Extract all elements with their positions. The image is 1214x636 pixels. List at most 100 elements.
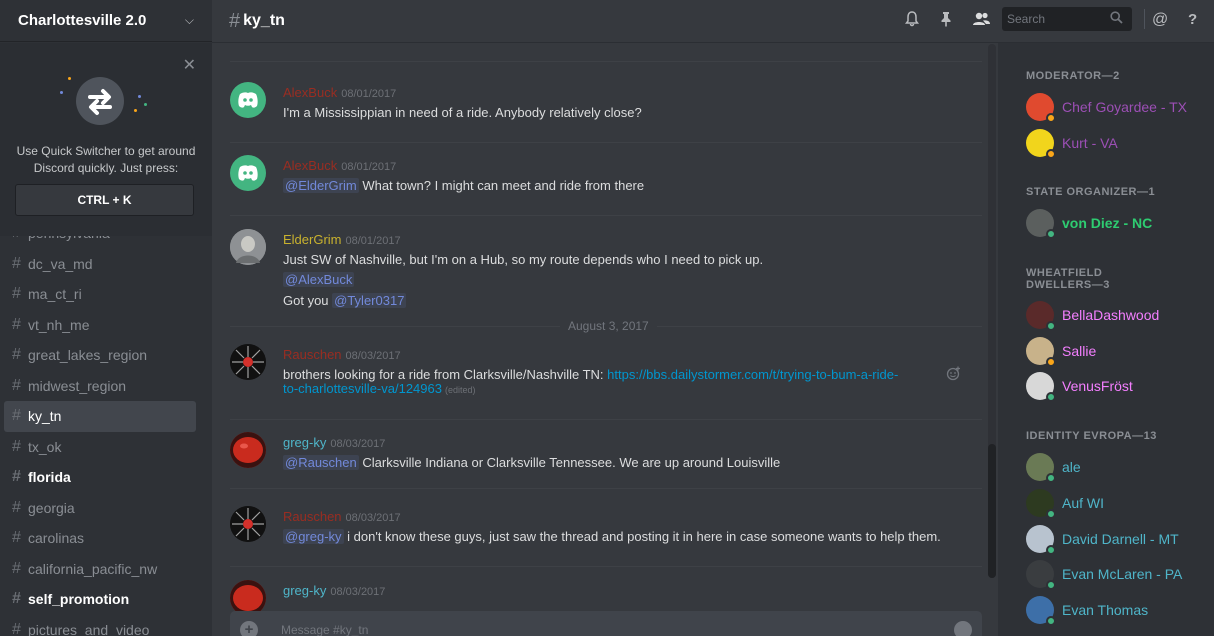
date-divider-label: August 3, 2017 (560, 319, 657, 333)
quick-switcher-tip: ✕ Use Quick Switcher to get around Disco… (0, 43, 212, 236)
bell-icon[interactable] (904, 11, 920, 31)
member-item[interactable]: VenusFröst (1026, 371, 1133, 402)
message-link[interactable]: to-charlottesville-va/124963 (283, 381, 442, 396)
help-icon[interactable]: ? (1188, 11, 1197, 28)
hash-icon: # (12, 254, 21, 272)
avatar[interactable] (230, 229, 266, 265)
author-name[interactable]: ElderGrim (283, 232, 342, 247)
add-reaction-icon[interactable] (946, 366, 961, 384)
channel-pictures-and-video[interactable]: # pictures_and_video (4, 615, 196, 636)
status-online-icon (1046, 616, 1056, 626)
status-online-icon (1046, 473, 1056, 483)
pin-icon[interactable] (939, 11, 953, 31)
message-text: brothers looking for a ride from Clarksv… (283, 367, 898, 382)
user-mention[interactable]: @Rauschen (283, 455, 359, 470)
channel-tx-ok[interactable]: # tx_ok (4, 432, 196, 463)
avatar (1026, 525, 1056, 555)
member-item[interactable]: Auf WI (1026, 488, 1104, 519)
channel-label: midwest_region (28, 377, 127, 394)
member-item[interactable]: BellaDashwood (1026, 300, 1159, 331)
members-icon[interactable] (971, 11, 991, 31)
author-name[interactable]: Rauschen (283, 509, 342, 524)
guild-header[interactable]: Charlottesville 2.0 ⌵ (0, 0, 212, 42)
avatar[interactable] (230, 82, 266, 118)
author-name[interactable]: Rauschen (283, 347, 342, 362)
avatar[interactable] (230, 344, 266, 380)
message-author[interactable]: ElderGrim 08/01/2017 (283, 232, 401, 247)
user-mention[interactable]: @greg-ky (283, 529, 344, 544)
role-heading-state-organizer: STATE ORGANIZER—1 (1026, 186, 1156, 198)
message-author[interactable]: Rauschen 08/03/2017 (283, 347, 401, 362)
status-online-icon (1046, 229, 1056, 239)
channel-ky-tn[interactable]: # ky_tn (4, 401, 196, 432)
role-heading-line: WHEATFIELD (1026, 267, 1103, 279)
hash-icon: # (12, 346, 21, 364)
author-name[interactable]: greg-ky (283, 435, 326, 450)
member-name: Chef Goyardee - TX (1062, 99, 1188, 115)
member-item[interactable]: Sallie (1026, 336, 1097, 367)
author-name[interactable]: AlexBuck (283, 85, 337, 100)
member-item[interactable]: Evan McLaren - PA (1026, 559, 1182, 590)
avatar (1026, 596, 1056, 626)
channel-dc-va-md[interactable]: # dc_va_md (4, 249, 196, 280)
author-name[interactable]: AlexBuck (283, 158, 337, 173)
member-item[interactable]: Kurt - VA (1026, 128, 1118, 159)
message-author[interactable]: greg-ky 08/03/2017 (283, 435, 385, 450)
channel-sidebar: Charlottesville 2.0 ⌵ ✕ Use Quick Switch… (0, 0, 212, 636)
message-author[interactable]: AlexBuck 08/01/2017 (283, 85, 396, 100)
status-online-icon (1046, 392, 1056, 402)
role-heading-moderator: MODERATOR—2 (1026, 70, 1120, 82)
avatar (1026, 453, 1056, 483)
status-idle-icon (1046, 113, 1056, 123)
member-item[interactable]: von Diez - NC (1026, 208, 1152, 239)
message-scrollbar[interactable] (988, 44, 996, 578)
user-mention[interactable]: @ElderGrim (283, 178, 359, 193)
chevron-down-icon[interactable]: ⌵ (185, 13, 194, 28)
channel-label: california_pacific_nw (28, 560, 158, 577)
member-item[interactable]: Evan Thomas (1026, 595, 1148, 626)
channel-label: carolinas (28, 530, 85, 547)
avatar[interactable] (230, 580, 266, 612)
message-link[interactable]: https://bbs.dailystormer.com/t/trying-to… (607, 367, 898, 382)
avatar[interactable] (230, 432, 266, 468)
channel-carolinas[interactable]: # carolinas (4, 523, 196, 554)
message-composer[interactable]: + Message #ky_tn (230, 611, 982, 636)
member-item[interactable]: ale (1026, 452, 1081, 483)
avatar[interactable] (230, 506, 266, 542)
message-input[interactable]: Message #ky_tn (281, 623, 368, 636)
avatar[interactable] (230, 155, 266, 191)
message-author[interactable]: AlexBuck 08/01/2017 (283, 158, 396, 173)
channel-ma-ct-ri[interactable]: # ma_ct_ri (4, 279, 196, 310)
timestamp: 08/03/2017 (345, 512, 401, 524)
channel-self-promotion[interactable]: # self_promotion (4, 584, 196, 615)
guild-name: Charlottesville 2.0 (18, 12, 147, 29)
message-text: I'm a Mississippian in need of a ride. A… (283, 105, 642, 120)
channel-florida[interactable]: # florida (4, 462, 196, 493)
user-mention[interactable]: @Tyler0317 (332, 293, 407, 308)
channel-title: ky_tn (243, 12, 285, 29)
channel-georgia[interactable]: # georgia (4, 493, 196, 524)
author-name[interactable]: greg-ky (283, 583, 326, 598)
message-text: @Rauschen Clarksville Indiana or Clarksv… (283, 455, 780, 470)
status-online-icon (1046, 321, 1056, 331)
channel-vt-nh-me[interactable]: # vt_nh_me (4, 310, 196, 341)
channel-california-pacific-nw[interactable]: # california_pacific_nw (4, 554, 196, 585)
member-item[interactable]: David Darnell - MT (1026, 524, 1179, 555)
member-name: Sallie (1062, 343, 1097, 359)
message-author[interactable]: Rauschen 08/03/2017 (283, 509, 401, 524)
close-icon[interactable]: ✕ (183, 55, 196, 75)
mention-icon[interactable]: @ (1152, 11, 1168, 29)
message-author[interactable]: greg-ky 08/03/2017 (283, 583, 385, 598)
status-idle-icon (1046, 357, 1056, 367)
channel-label: vt_nh_me (28, 316, 90, 333)
message-list: AlexBuck 08/01/2017 I'm a Mississippian i… (230, 44, 982, 612)
scrollbar-thumb[interactable] (988, 444, 996, 578)
message-text: @greg-ky i don't know these guys, just s… (283, 529, 941, 544)
emoji-icon[interactable] (954, 621, 972, 636)
user-mention[interactable]: @AlexBuck (283, 272, 355, 287)
member-item[interactable]: Chef Goyardee - TX (1026, 92, 1188, 123)
channel-midwest-region[interactable]: # midwest_region (4, 371, 196, 402)
channel-great-lakes-region[interactable]: # great_lakes_region (4, 340, 196, 371)
upload-plus-icon[interactable]: + (240, 621, 258, 636)
member-name: ale (1062, 459, 1081, 475)
